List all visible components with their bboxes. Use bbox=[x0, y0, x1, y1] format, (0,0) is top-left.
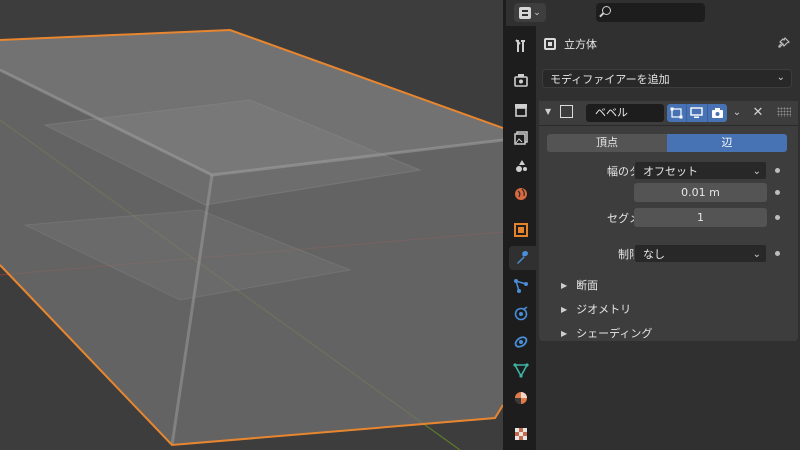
limit-method-row: 制限方法 なし ⌄ bbox=[539, 244, 798, 263]
tool-icon[interactable] bbox=[509, 34, 533, 58]
object-icon[interactable] bbox=[509, 218, 533, 242]
limit-method-dropdown[interactable]: なし ⌄ bbox=[634, 244, 767, 263]
world-icon[interactable] bbox=[509, 182, 533, 206]
properties-editor: ⌄ 立方体 モディファイアーを追加 ⌄ ▼ ベベル ⌄ ✕ 頂点 辺 オフセット… bbox=[506, 0, 800, 450]
object-name: 立方体 bbox=[564, 38, 597, 51]
amount-field[interactable]: 0.01 m bbox=[634, 183, 767, 202]
search-input[interactable] bbox=[596, 3, 705, 22]
modifier-extras-chevron-icon[interactable]: ⌄ bbox=[729, 104, 745, 122]
affect-mode-toggle: 頂点 辺 bbox=[547, 134, 787, 152]
collapse-triangle-icon[interactable]: ▼ bbox=[545, 107, 551, 116]
view-layer-icon[interactable] bbox=[509, 126, 533, 150]
animate-property-dot-icon[interactable] bbox=[775, 215, 780, 220]
modifier-properties: 立方体 モディファイアーを追加 ⌄ ▼ ベベル ⌄ ✕ 頂点 辺 オフセット ⌄… bbox=[536, 26, 800, 450]
animate-property-dot-icon[interactable] bbox=[775, 190, 780, 195]
constraints-icon[interactable] bbox=[509, 330, 533, 354]
object-name-row: 立方体 bbox=[544, 36, 597, 52]
limit-method-value: なし bbox=[643, 248, 665, 261]
chevron-down-icon: ⌄ bbox=[752, 166, 761, 177]
editor-type-button[interactable]: ⌄ bbox=[514, 3, 546, 22]
expand-triangle-icon: ▶ bbox=[561, 328, 568, 338]
3d-viewport[interactable] bbox=[0, 0, 503, 450]
add-modifier-label: モディファイアーを追加 bbox=[550, 72, 670, 86]
subpanel-label: 断面 bbox=[576, 279, 599, 292]
profile-subpanel[interactable]: ▶ 断面 bbox=[561, 277, 598, 293]
add-modifier-dropdown[interactable]: モディファイアーを追加 ⌄ bbox=[542, 69, 792, 88]
physics-icon[interactable] bbox=[509, 302, 533, 326]
object-data-icon[interactable] bbox=[509, 358, 533, 382]
search-icon bbox=[602, 6, 611, 15]
render-toggle-icon[interactable] bbox=[708, 104, 727, 122]
width-type-value: オフセット bbox=[643, 165, 698, 178]
chevron-down-icon: ⌄ bbox=[776, 72, 785, 83]
chevron-down-icon: ⌄ bbox=[533, 7, 541, 18]
amount-row: 量 0.01 m bbox=[539, 183, 798, 202]
object-icon bbox=[544, 38, 556, 50]
chevron-down-icon: ⌄ bbox=[752, 249, 761, 260]
geometry-subpanel[interactable]: ▶ ジオメトリ bbox=[561, 301, 631, 317]
material-icon[interactable] bbox=[509, 386, 533, 410]
bevel-modifier-icon bbox=[560, 105, 573, 118]
modifier-header: ▼ ベベル ⌄ ✕ bbox=[539, 101, 798, 126]
scene-icon[interactable] bbox=[509, 154, 533, 178]
remove-modifier-close-icon[interactable]: ✕ bbox=[751, 104, 765, 122]
segments-field[interactable]: 1 bbox=[634, 208, 767, 227]
modifier-visibility-toggles bbox=[667, 104, 727, 122]
bevel-modifier-panel: ▼ ベベル ⌄ ✕ 頂点 辺 オフセット ⌄ 0.01 m 1 なし ⌄ ▶ 断… bbox=[539, 101, 798, 341]
properties-editor-icon bbox=[519, 6, 532, 19]
modifier-name-field[interactable]: ベベル bbox=[586, 104, 664, 122]
expand-triangle-icon: ▶ bbox=[561, 280, 568, 290]
width-type-row: 幅のタイプ オフセット ⌄ bbox=[539, 161, 798, 180]
properties-tabs bbox=[506, 26, 536, 450]
affect-edges-button[interactable]: 辺 bbox=[667, 134, 787, 152]
subpanel-label: シェーディング bbox=[576, 327, 653, 340]
shading-subpanel[interactable]: ▶ シェーディング bbox=[561, 325, 652, 341]
viewport-scene bbox=[0, 28, 503, 450]
subpanel-label: ジオメトリ bbox=[576, 303, 632, 316]
particles-icon[interactable] bbox=[509, 274, 533, 298]
edit-mode-toggle-icon[interactable] bbox=[667, 104, 688, 122]
properties-header: ⌄ bbox=[506, 0, 800, 26]
animate-property-dot-icon[interactable] bbox=[775, 168, 780, 173]
modifier-wrench-icon[interactable] bbox=[509, 246, 536, 270]
expand-triangle-icon: ▶ bbox=[561, 304, 568, 314]
render-icon[interactable] bbox=[509, 68, 533, 92]
width-type-dropdown[interactable]: オフセット ⌄ bbox=[634, 161, 767, 180]
pin-icon[interactable] bbox=[778, 36, 791, 52]
drag-grip-icon[interactable] bbox=[777, 107, 791, 117]
texture-icon[interactable] bbox=[509, 422, 533, 446]
animate-property-dot-icon[interactable] bbox=[775, 251, 780, 256]
viewport-display-toggle-icon[interactable] bbox=[687, 104, 708, 122]
segments-row: セグメント 1 bbox=[539, 208, 798, 227]
output-icon[interactable] bbox=[509, 98, 533, 122]
affect-vertices-button[interactable]: 頂点 bbox=[547, 134, 667, 152]
